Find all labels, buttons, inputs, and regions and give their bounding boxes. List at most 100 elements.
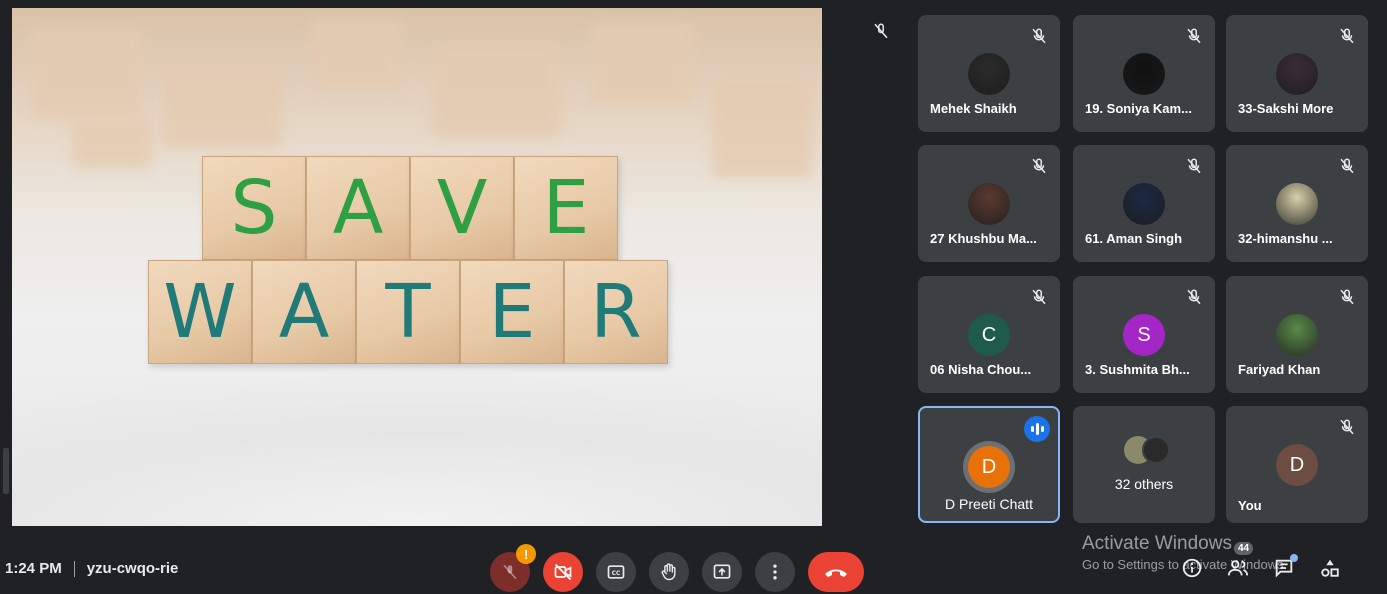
captions-button[interactable]: CC [596, 552, 636, 592]
avatar: S [1123, 314, 1165, 356]
participant-tile[interactable]: C 06 Nisha Chou... [918, 276, 1060, 393]
activities-button[interactable] [1318, 556, 1342, 580]
chat-unread-dot [1290, 554, 1298, 562]
mic-warning-badge: ! [516, 544, 536, 564]
mic-off-icon [874, 23, 888, 39]
blurred-block [712, 78, 812, 178]
letter-cube: V [410, 156, 514, 260]
divider [73, 560, 75, 577]
mic-off-icon [1185, 157, 1203, 175]
participant-tile[interactable]: 19. Soniya Kam... [1073, 15, 1215, 132]
blurred-block [592, 23, 692, 103]
participant-tile[interactable]: 32 others [1073, 406, 1215, 523]
participant-name: 33-Sakshi More [1238, 101, 1334, 116]
participant-tile[interactable]: 27 Khushbu Ma... [918, 145, 1060, 262]
avatar [1276, 314, 1318, 356]
letter-cube: E [460, 260, 564, 364]
participant-tile[interactable]: S 3. Sushmita Bh... [1073, 276, 1215, 393]
avatar: C [968, 314, 1010, 356]
water-word: W A T E R [148, 260, 668, 364]
people-count-badge: 44 [1234, 542, 1254, 555]
info-icon [1182, 558, 1202, 578]
meeting-details-button[interactable] [1180, 556, 1204, 580]
people-button[interactable]: 44 [1226, 542, 1254, 580]
svg-text:CC: CC [612, 571, 621, 577]
participant-name: 32-himanshu ... [1238, 231, 1333, 246]
mic-off-icon [1185, 27, 1203, 45]
participant-tile[interactable]: 33-Sakshi More [1226, 15, 1368, 132]
camera-toggle-button[interactable] [543, 552, 583, 592]
mic-off-icon [1030, 157, 1048, 175]
people-icon [1227, 560, 1249, 576]
more-options-button[interactable] [755, 552, 795, 592]
participant-tile[interactable]: Mehek Shaikh [918, 15, 1060, 132]
participant-name: 61. Aman Singh [1085, 231, 1183, 246]
participant-tile[interactable]: D D Preeti Chatt [918, 406, 1060, 523]
participant-name: 3. Sushmita Bh... [1085, 362, 1190, 377]
blurred-block [32, 28, 142, 118]
blurred-block [162, 68, 282, 148]
avatar [968, 183, 1010, 225]
participant-tile[interactable]: D You [1226, 406, 1368, 523]
others-avatar-stack [1114, 436, 1174, 466]
mic-off-icon [1338, 27, 1356, 45]
meeting-info: 1:24 PM yzu-cwqo-rie [5, 560, 178, 577]
mic-off-icon [1030, 288, 1048, 306]
letter-cube: R [564, 260, 668, 364]
chat-button[interactable] [1272, 554, 1298, 580]
mic-off-icon [503, 564, 517, 580]
meeting-side-controls: 44 [1180, 542, 1364, 580]
participant-name: 27 Khushbu Ma... [930, 231, 1037, 246]
present-icon [713, 564, 731, 579]
letter-cube: A [252, 260, 356, 364]
hangup-icon [825, 569, 847, 577]
camera-off-icon [554, 563, 572, 581]
call-controls: ! CC [490, 544, 877, 592]
avatar [968, 53, 1010, 95]
raise-hand-icon [661, 563, 676, 581]
letter-cube: T [356, 260, 460, 364]
participant-name: D Preeti Chatt [945, 496, 1033, 512]
letter-cube: A [306, 156, 410, 260]
avatar [1276, 183, 1318, 225]
participant-tile[interactable]: Fariyad Khan [1226, 276, 1368, 393]
mic-off-icon [1030, 27, 1048, 45]
captions-icon: CC [607, 565, 625, 579]
blurred-block [72, 118, 152, 168]
activities-icon [1321, 559, 1339, 577]
avatar: D [1276, 444, 1318, 486]
meeting-time: 1:24 PM [5, 560, 62, 577]
mic-off-icon [1338, 157, 1356, 175]
speaking-indicator-icon [1024, 416, 1050, 442]
mic-toggle-button[interactable]: ! [490, 544, 536, 592]
participant-tile[interactable]: 32-himanshu ... [1226, 145, 1368, 262]
mic-off-icon [1338, 288, 1356, 306]
letter-cube: E [514, 156, 618, 260]
more-icon [773, 564, 777, 580]
leave-call-button[interactable] [808, 552, 864, 592]
participant-name: 32 others [1114, 476, 1174, 492]
presentation-stage: S A V E W A T E R [12, 8, 822, 526]
mic-off-icon [1185, 288, 1203, 306]
meeting-code: yzu-cwqo-rie [86, 560, 179, 577]
blurred-block [432, 48, 562, 138]
avatar [1123, 53, 1165, 95]
participant-name: Mehek Shaikh [930, 101, 1017, 116]
watermark-title: Activate Windows [1082, 533, 1232, 554]
participant-name: 19. Soniya Kam... [1085, 101, 1192, 116]
stage-side-handle[interactable] [3, 448, 9, 494]
raise-hand-button[interactable] [649, 552, 689, 592]
participant-name: You [1238, 498, 1262, 513]
participant-name: 06 Nisha Chou... [930, 362, 1032, 377]
present-button[interactable] [702, 552, 742, 592]
avatar [1142, 436, 1170, 464]
participant-name: Fariyad Khan [1238, 362, 1321, 377]
mic-off-icon [1338, 418, 1356, 436]
letter-cube: S [202, 156, 306, 260]
avatar [1123, 183, 1165, 225]
save-word: S A V E [202, 156, 618, 260]
avatar [1276, 53, 1318, 95]
letter-cube: W [148, 260, 252, 364]
participant-tile[interactable]: 61. Aman Singh [1073, 145, 1215, 262]
blurred-block [312, 18, 402, 88]
